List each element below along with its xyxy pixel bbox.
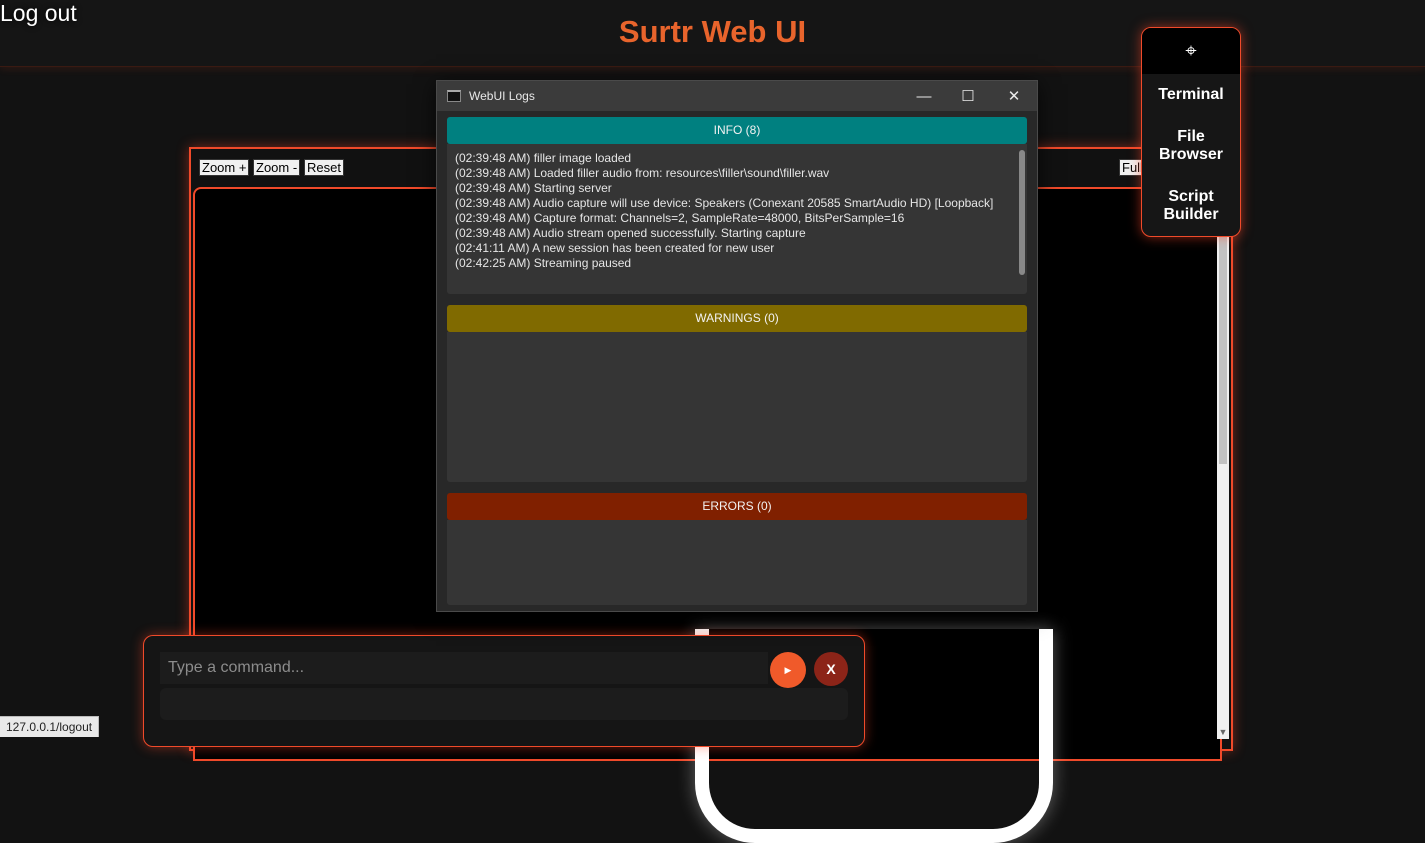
errors-section-header[interactable]: ERRORS (0) xyxy=(447,493,1027,520)
maximize-icon[interactable]: ☐ xyxy=(945,81,991,111)
log-line: (02:39:48 AM) Audio stream opened succes… xyxy=(455,226,806,240)
info-log-panel: (02:39:48 AM) filler image loaded (02:39:… xyxy=(447,144,1027,294)
window-titlebar[interactable]: WebUI Logs — ☐ ✕ xyxy=(437,81,1037,111)
zoom-in-button[interactable]: Zoom + xyxy=(199,159,250,176)
log-window: WebUI Logs — ☐ ✕ INFO (8) (02:39:48 AM) … xyxy=(436,80,1038,612)
warnings-section-header[interactable]: WARNINGS (0) xyxy=(447,305,1027,332)
logout-link[interactable]: Log out xyxy=(0,0,77,27)
minimize-icon[interactable]: — xyxy=(901,81,947,111)
scrollbar-thumb[interactable] xyxy=(1219,229,1227,464)
viewer-scrollbar[interactable]: ▼ xyxy=(1217,179,1229,739)
errors-log-panel xyxy=(447,520,1027,605)
info-log-list: (02:39:48 AM) filler image loaded (02:39:… xyxy=(455,151,1010,271)
command-panel: ▶ X xyxy=(143,635,865,747)
warnings-log-panel xyxy=(447,332,1027,482)
close-command-button[interactable]: X xyxy=(814,652,848,686)
menu-item-script-builder[interactable]: Script Builder xyxy=(1142,188,1240,224)
crosshair-icon[interactable]: ⌖ xyxy=(1142,28,1240,74)
log-line: (02:41:11 AM) A new session has been cre… xyxy=(455,241,775,255)
status-url: 127.0.0.1/logout xyxy=(0,716,100,737)
log-line: (02:39:48 AM) Audio capture will use dev… xyxy=(455,196,994,210)
zoom-out-button[interactable]: Zoom - xyxy=(253,159,301,176)
reset-button[interactable]: Reset xyxy=(304,159,344,176)
close-icon[interactable]: ✕ xyxy=(991,81,1037,111)
log-line: (02:39:48 AM) Capture format: Channels=2… xyxy=(455,211,905,225)
info-scrollbar[interactable] xyxy=(1019,150,1025,275)
log-line: (02:39:48 AM) Starting server xyxy=(455,181,612,195)
log-line: (02:39:48 AM) Loaded filler audio from: … xyxy=(455,166,830,180)
menu-item-file-browser[interactable]: File Browser xyxy=(1142,128,1240,164)
window-title: WebUI Logs xyxy=(469,89,535,103)
log-line: (02:42:25 AM) Streaming paused xyxy=(455,256,632,270)
log-line: (02:39:48 AM) filler image loaded xyxy=(455,151,632,165)
menu-item-terminal[interactable]: Terminal xyxy=(1142,86,1240,104)
command-output xyxy=(160,688,848,720)
info-section-header[interactable]: INFO (8) xyxy=(447,117,1027,144)
play-icon[interactable]: ▶ xyxy=(770,652,806,688)
terminal-icon xyxy=(447,90,461,102)
command-input[interactable] xyxy=(160,652,768,684)
side-menu: ⌖ Terminal File Browser Script Builder xyxy=(1141,27,1241,237)
